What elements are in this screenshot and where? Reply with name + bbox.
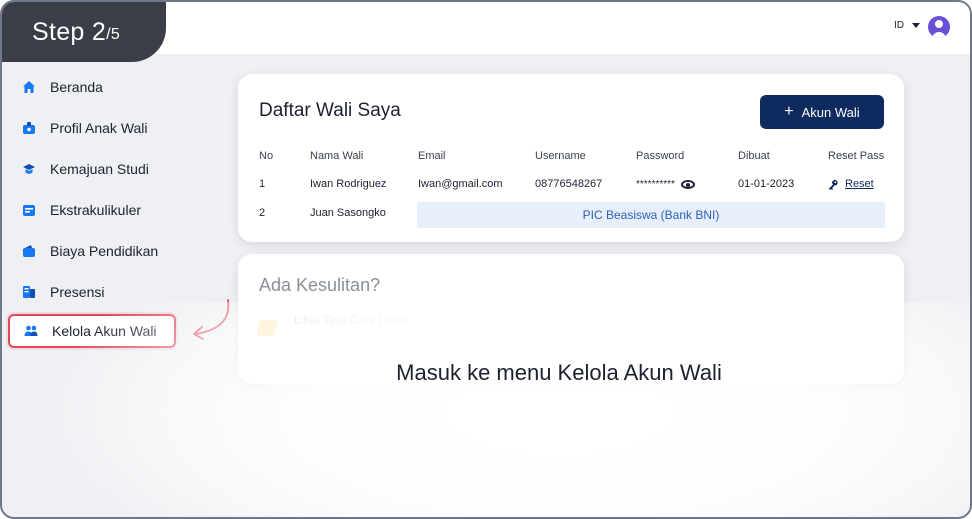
sidebar-item-biaya-pendidikan[interactable]: Biaya Pendidikan — [8, 234, 176, 268]
column-header-no: No — [259, 150, 274, 162]
step-total: /5 — [106, 26, 121, 43]
sidebar-item-beranda[interactable]: Beranda — [8, 70, 176, 104]
guardian-list-card: Daftar Wali Saya + Akun Wali No Nama Wal… — [238, 74, 904, 242]
row-no: 2 — [259, 207, 266, 219]
sidebar-item-label: Biaya Pendidikan — [50, 243, 159, 259]
step-badge: Step 2/5 — [2, 2, 166, 62]
sidebar-item-label: Beranda — [50, 79, 103, 95]
sidebar-item-label: Kelola Akun Wali — [52, 323, 157, 339]
row-password: ********** — [636, 178, 695, 190]
attendance-icon — [23, 286, 35, 298]
column-header-created: Dibuat — [738, 150, 770, 162]
password-mask: ********** — [636, 179, 675, 190]
chevron-down-icon — [912, 23, 920, 28]
sidebar-item-ekstrakulikuler[interactable]: Ekstrakulikuler — [8, 193, 176, 227]
megaphone-icon — [256, 320, 278, 336]
profile-icon — [23, 122, 35, 134]
user-icon — [935, 20, 943, 28]
sidebar-item-kelola-akun-wali[interactable]: Kelola Akun Wali — [8, 314, 176, 348]
sidebar-item-kemajuan-studi[interactable]: Kemajuan Studi — [8, 152, 176, 186]
help-item-label: Lihat Tata Cara Disini — [294, 313, 408, 327]
user-icon-body — [932, 32, 946, 38]
row-name: Iwan Rodriguez — [310, 178, 387, 190]
column-header-reset: Reset Pass — [828, 150, 885, 162]
column-header-name: Nama Wali — [310, 150, 364, 162]
step-caption: Masuk ke menu Kelola Akun Wali — [396, 360, 722, 385]
sidebar-item-label: Kemajuan Studi — [50, 161, 149, 177]
sidebar-item-label: Ekstrakulikuler — [50, 202, 142, 218]
activity-icon — [23, 205, 35, 216]
help-item[interactable]: Lihat Tata Cara Disini — [256, 310, 444, 336]
language-label: ID — [894, 20, 904, 31]
sidebar-item-label: Presensi — [50, 284, 105, 300]
column-header-password: Password — [636, 150, 685, 162]
reset-password-link[interactable]: Reset — [828, 178, 874, 190]
screen-frame: ID Step 2/5 Beranda Profil Anak Wali Kem… — [0, 0, 972, 519]
sidebar-item-presensi[interactable]: Presensi — [8, 275, 176, 309]
add-guardian-button[interactable]: + Akun Wali — [760, 95, 884, 129]
graduation-cap-icon — [23, 164, 35, 174]
page-title: Daftar Wali Saya — [259, 100, 401, 121]
pointer-arrow-icon — [193, 299, 230, 340]
help-title: Ada Kesulitan? — [259, 275, 381, 295]
users-icon — [24, 325, 38, 336]
sidebar-item-profil-anak-wali[interactable]: Profil Anak Wali — [8, 111, 176, 145]
add-guardian-label: Akun Wali — [801, 104, 860, 120]
plus-icon: + — [784, 103, 794, 120]
column-header-email: Email — [418, 150, 446, 162]
row-name: Juan Sasongko — [310, 207, 386, 219]
row-no: 1 — [259, 178, 266, 190]
row-username: 08776548267 — [535, 178, 603, 190]
avatar[interactable] — [928, 16, 950, 38]
eye-icon[interactable] — [680, 179, 695, 189]
row-email: Iwan@gmail.com — [418, 178, 503, 190]
sidebar-item-label: Profil Anak Wali — [50, 120, 148, 136]
home-icon — [23, 81, 35, 93]
wallet-icon — [23, 245, 35, 257]
reset-link-label: Reset — [845, 178, 874, 190]
language-selector[interactable]: ID — [894, 20, 920, 31]
row-created: 01-01-2023 — [738, 178, 795, 190]
key-icon — [828, 179, 838, 190]
pic-badge: PIC Beasiswa (Bank BNI) — [417, 202, 885, 228]
step-label: Step 2 — [32, 17, 107, 46]
column-header-username: Username — [535, 150, 586, 162]
